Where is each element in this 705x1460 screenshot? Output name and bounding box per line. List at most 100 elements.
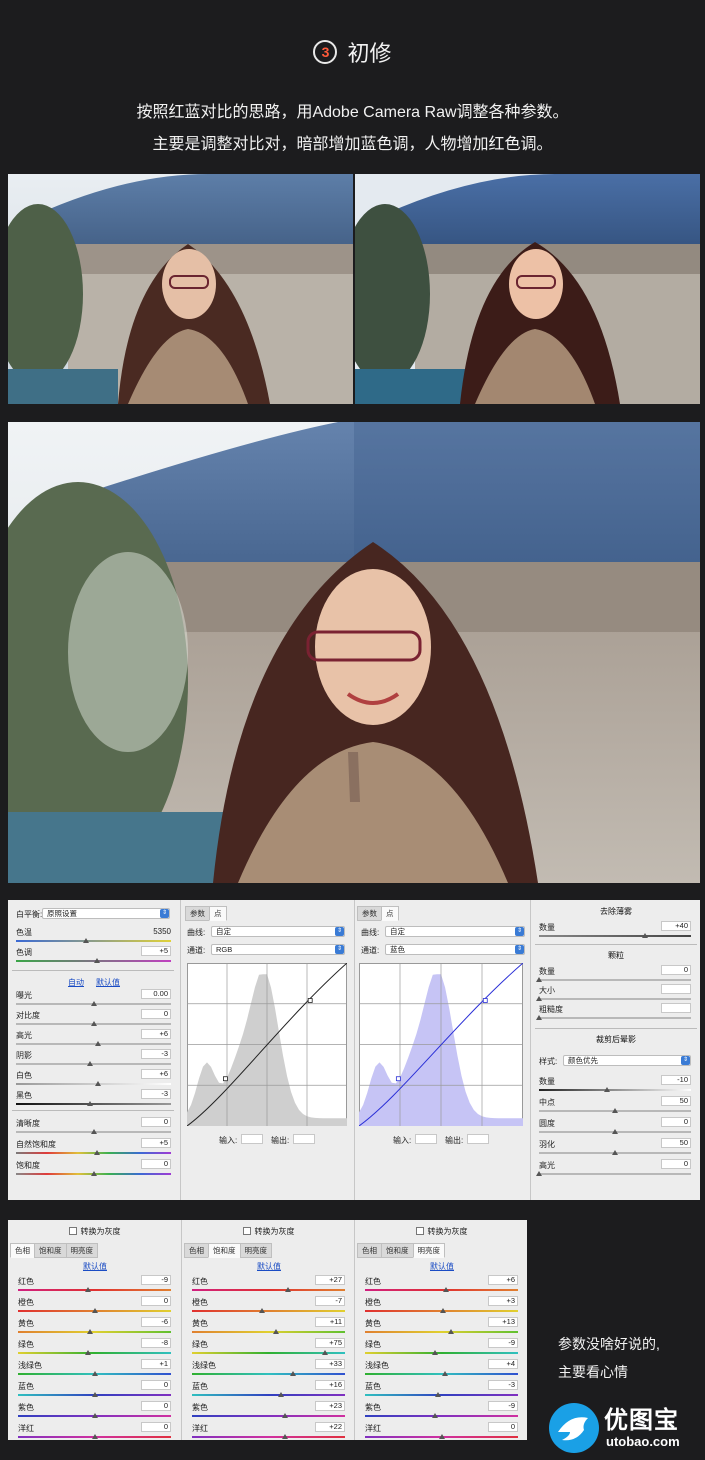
- slider-thumb[interactable]: [612, 1108, 618, 1113]
- slider-track[interactable]: [365, 1413, 518, 1418]
- dehaze-thumb[interactable]: [642, 933, 649, 938]
- checkbox[interactable]: [415, 1227, 424, 1235]
- slider-track[interactable]: [16, 1101, 171, 1106]
- slider-thumb[interactable]: [432, 1413, 439, 1418]
- slider-thumb[interactable]: [447, 1329, 454, 1334]
- grayscale-toggle[interactable]: 转换为灰度: [182, 1226, 355, 1237]
- tint-thumb[interactable]: [93, 958, 100, 963]
- slider-track[interactable]: [536, 977, 691, 982]
- tab-point[interactable]: 点: [209, 906, 227, 921]
- tint-slider[interactable]: [16, 958, 171, 963]
- default-link[interactable]: 默认值: [257, 1261, 281, 1272]
- slider-thumb[interactable]: [91, 1392, 98, 1397]
- slider-value[interactable]: +11: [315, 1317, 345, 1327]
- slider-track[interactable]: [539, 1087, 691, 1092]
- slider-thumb[interactable]: [536, 996, 542, 1001]
- hsl-tab[interactable]: 饱和度: [208, 1243, 241, 1258]
- slider-value[interactable]: -7: [315, 1296, 345, 1306]
- slider-track[interactable]: [192, 1329, 345, 1334]
- slider-thumb[interactable]: [91, 1371, 98, 1376]
- slider-thumb[interactable]: [282, 1413, 289, 1418]
- slider-track[interactable]: [192, 1434, 345, 1439]
- slider-track[interactable]: [192, 1308, 345, 1313]
- slider-thumb[interactable]: [285, 1287, 292, 1292]
- slider-value[interactable]: -10: [661, 1075, 691, 1085]
- slider-thumb[interactable]: [435, 1392, 442, 1397]
- slider-thumb[interactable]: [612, 1129, 618, 1134]
- tab-parametric[interactable]: 参数: [185, 906, 210, 921]
- slider-track[interactable]: [18, 1329, 171, 1334]
- slider-track[interactable]: [16, 1150, 171, 1155]
- default-link[interactable]: 默认值: [83, 1261, 107, 1272]
- slider-value[interactable]: +5: [141, 1138, 171, 1148]
- slider-thumb[interactable]: [443, 1287, 450, 1292]
- slider-value[interactable]: -3: [141, 1089, 171, 1099]
- curve-point[interactable]: [223, 1076, 228, 1082]
- dehaze-slider[interactable]: [539, 933, 691, 938]
- slider-thumb[interactable]: [93, 1150, 100, 1155]
- channel-select[interactable]: RGB ⇕: [211, 944, 345, 955]
- curve-select[interactable]: 自定 ⇕: [385, 926, 525, 937]
- default-link[interactable]: 默认值: [430, 1261, 454, 1272]
- tone-curve-graph[interactable]: [187, 963, 347, 1126]
- slider-value[interactable]: +6: [141, 1069, 171, 1079]
- slider-value[interactable]: 0: [141, 1009, 171, 1019]
- slider-thumb[interactable]: [536, 1015, 542, 1020]
- slider-thumb[interactable]: [282, 1434, 289, 1439]
- slider-value[interactable]: [661, 984, 691, 994]
- hsl-tab[interactable]: 明亮度: [65, 1243, 98, 1258]
- slider-track[interactable]: [539, 1108, 691, 1113]
- curve-point[interactable]: [482, 998, 488, 1003]
- slider-track[interactable]: [365, 1308, 518, 1313]
- tab-parametric[interactable]: 参数: [357, 906, 382, 921]
- slider-track[interactable]: [18, 1434, 171, 1439]
- slider-value[interactable]: +1: [141, 1359, 171, 1369]
- dehaze-value[interactable]: +40: [661, 921, 691, 931]
- hsl-tab[interactable]: 明亮度: [239, 1243, 272, 1258]
- style-select[interactable]: 颜色优先 ⇕: [563, 1055, 691, 1066]
- slider-value[interactable]: 0: [141, 1401, 171, 1411]
- slider-value[interactable]: 0: [141, 1296, 171, 1306]
- checkbox[interactable]: [68, 1227, 77, 1235]
- slider-thumb[interactable]: [87, 1061, 94, 1066]
- slider-thumb[interactable]: [86, 1329, 93, 1334]
- slider-value[interactable]: +33: [315, 1359, 345, 1369]
- slider-thumb[interactable]: [85, 1350, 92, 1355]
- slider-track[interactable]: [18, 1308, 171, 1313]
- slider-value[interactable]: 0: [661, 1117, 691, 1127]
- tone-curve-graph[interactable]: [359, 963, 523, 1126]
- slider-track[interactable]: [16, 1171, 171, 1176]
- slider-value[interactable]: +13: [488, 1317, 518, 1327]
- slider-track[interactable]: [16, 1061, 171, 1066]
- slider-value[interactable]: 0: [141, 1159, 171, 1169]
- slider-value[interactable]: -9: [488, 1338, 518, 1348]
- temperature-thumb[interactable]: [82, 938, 89, 943]
- slider-track[interactable]: [365, 1392, 518, 1397]
- slider-value[interactable]: +23: [315, 1401, 345, 1411]
- slider-value[interactable]: +6: [141, 1029, 171, 1039]
- slider-thumb[interactable]: [95, 1081, 102, 1086]
- slider-track[interactable]: [365, 1287, 518, 1292]
- slider-value[interactable]: 0: [488, 1422, 518, 1432]
- slider-thumb[interactable]: [90, 1129, 97, 1134]
- slider-thumb[interactable]: [95, 1041, 102, 1046]
- output-field[interactable]: [293, 1134, 315, 1144]
- slider-thumb[interactable]: [536, 977, 542, 982]
- slider-thumb[interactable]: [273, 1329, 280, 1334]
- slider-thumb[interactable]: [440, 1308, 447, 1313]
- slider-thumb[interactable]: [91, 1434, 98, 1439]
- slider-value[interactable]: +27: [315, 1275, 345, 1285]
- slider-track[interactable]: [16, 1001, 171, 1006]
- slider-thumb[interactable]: [90, 1001, 97, 1006]
- slider-value[interactable]: +4: [488, 1359, 518, 1369]
- slider-value[interactable]: -8: [141, 1338, 171, 1348]
- slider-thumb[interactable]: [90, 1171, 97, 1176]
- slider-track[interactable]: [16, 1021, 171, 1026]
- slider-track[interactable]: [365, 1350, 518, 1355]
- slider-track[interactable]: [18, 1392, 171, 1397]
- checkbox[interactable]: [242, 1227, 251, 1235]
- slider-thumb[interactable]: [604, 1087, 611, 1092]
- slider-track[interactable]: [536, 996, 691, 1001]
- hsl-tab[interactable]: 色相: [10, 1243, 35, 1258]
- slider-thumb[interactable]: [441, 1371, 448, 1376]
